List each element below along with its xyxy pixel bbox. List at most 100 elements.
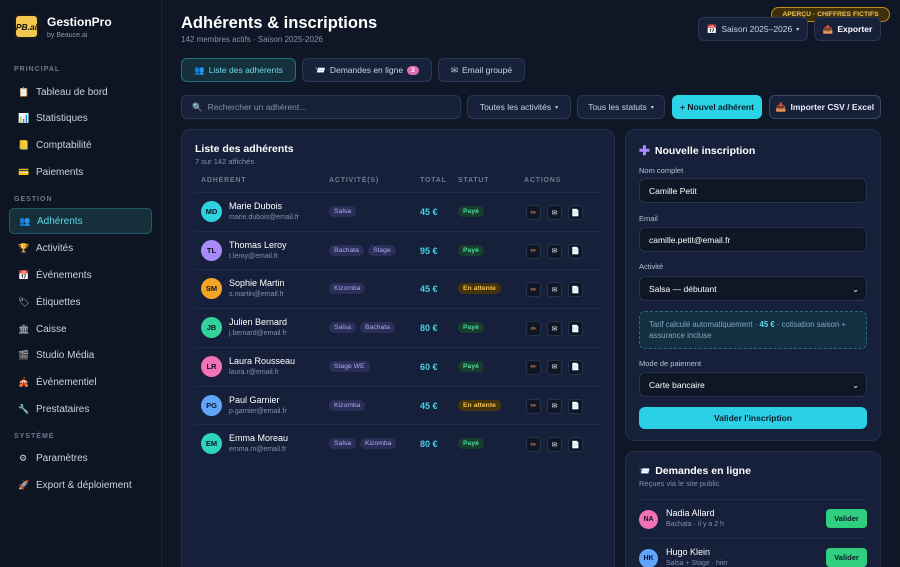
document-button[interactable]: 📄 (568, 282, 583, 298)
request-meta: Salsa + Stage · hier (666, 560, 728, 567)
mail-icon: ✉ (551, 248, 558, 256)
document-button[interactable]: 📄 (568, 205, 583, 220)
document-icon: 📄 (571, 364, 580, 372)
sidebar-item-parametres[interactable]: ⚙ Paramètres (9, 445, 152, 471)
chevron-down-icon: ▾ (796, 26, 800, 33)
email-value: camille.petit@email.fr (649, 234, 731, 245)
member-name[interactable]: Emma Moreau (229, 433, 288, 443)
email-button[interactable]: ✉ (547, 282, 562, 298)
avatar: HK (639, 549, 658, 567)
sidebar-item-studio-media[interactable]: 🎬 Studio Média (9, 342, 152, 368)
email-button[interactable]: ✉ (547, 398, 562, 414)
filter-status-select[interactable]: Tous les statuts ▾ (577, 95, 665, 119)
sidebar-item-paiements[interactable]: 💳 Paiements (9, 159, 152, 185)
member-total: 45 € (420, 400, 438, 411)
payment-label: Mode de paiement (639, 359, 702, 368)
edit-button[interactable]: ✏ (526, 437, 541, 453)
sidebar-item-label: Paiements (36, 166, 84, 178)
email-button[interactable]: ✉ (547, 359, 562, 375)
users-icon: 👥 (19, 215, 31, 226)
tab-online-requests[interactable]: 📨 Demandes en ligne 3 (302, 58, 432, 82)
sidebar-item-label: Studio Média (36, 349, 95, 361)
full-name-label: Nom complet (639, 166, 684, 175)
row-actions: ✏ ✉ 📄 (526, 437, 583, 453)
email-button[interactable]: ✉ (547, 243, 562, 259)
sidebar-item-caisse[interactable]: 🏛 Caisse (9, 316, 152, 342)
season-select[interactable]: 📅 Saison 2025–2026 ▾ (698, 17, 808, 41)
email-button[interactable]: ✉ (547, 321, 562, 337)
column-header-total: TOTAL (420, 177, 447, 184)
pencil-icon: ✏ (530, 325, 537, 333)
member-total: 45 € (420, 207, 438, 217)
import-button[interactable]: 📥 Importer CSV / Excel (769, 95, 881, 119)
tab-group-email[interactable]: ✉ Email groupé (438, 58, 525, 82)
sidebar-item-comptabilite[interactable]: 📒 Comptabilité (9, 132, 152, 158)
edit-button[interactable]: ✏ (526, 243, 541, 259)
sidebar-item-adherents[interactable]: 👥 Adhérents (9, 208, 152, 234)
document-button[interactable]: 📄 (568, 437, 583, 453)
edit-button[interactable]: ✏ (526, 359, 541, 375)
member-name[interactable]: Thomas Leroy (229, 240, 287, 250)
export-button[interactable]: 📤 Exporter (814, 17, 881, 41)
status-badge: Payé (458, 206, 484, 217)
export-icon: 📤 (822, 23, 834, 34)
document-button[interactable]: 📄 (568, 243, 583, 259)
request-meta: Bachata · il y a 2 h (666, 521, 724, 528)
status-badge: En attente (458, 399, 501, 411)
brand[interactable]: PB.ai GestionPro by Beauce.ai (14, 14, 112, 39)
brand-logo: PB.ai (14, 14, 39, 39)
activity-select[interactable]: Salsa — débutant ⌄ (639, 276, 867, 301)
document-icon: 📄 (571, 441, 580, 449)
tab-label: Demandes en ligne (329, 65, 404, 75)
payment-select[interactable]: Carte bancaire ⌄ (639, 372, 867, 397)
edit-button[interactable]: ✏ (526, 398, 541, 414)
online-requests-title: Demandes en ligne (655, 465, 751, 477)
pencil-icon: ✏ (530, 209, 537, 217)
page-title: Adhérents & inscriptions (181, 14, 378, 32)
edit-button[interactable]: ✏ (526, 205, 541, 220)
sidebar-item-activites[interactable]: 🏆 Activités (9, 235, 152, 261)
sidebar-section-label: PRINCIPAL (14, 66, 61, 73)
circus-tent-icon: 🎪 (18, 376, 30, 387)
member-name[interactable]: Julien Bernard (229, 317, 287, 327)
document-button[interactable]: 📄 (568, 398, 583, 414)
sidebar-item-evenements[interactable]: 📅 Événements (9, 262, 152, 288)
edit-button[interactable]: ✏ (526, 321, 541, 337)
tab-members-list[interactable]: 👥 Liste des adhérents (181, 58, 296, 82)
sidebar-item-label: Événements (36, 269, 92, 281)
sidebar-item-tableau-de-bord[interactable]: 📋 Tableau de bord (9, 79, 152, 105)
request-name: Hugo Klein (666, 547, 711, 557)
inbox-icon: 📨 (315, 64, 326, 75)
validate-request-button[interactable]: Valider (826, 509, 867, 528)
email-button[interactable]: ✉ (547, 205, 562, 220)
filter-activities-select[interactable]: Toutes les activités ▾ (467, 95, 571, 119)
sidebar-item-export-deploiement[interactable]: 🚀 Export & déploiement (9, 472, 152, 498)
member-total: 80 € (420, 439, 438, 450)
edit-button[interactable]: ✏ (526, 282, 541, 298)
member-name[interactable]: Marie Dubois (229, 201, 282, 211)
sidebar-item-statistiques[interactable]: 📊 Statistiques (9, 105, 152, 131)
tag-icon: 🏷 (18, 296, 30, 307)
brand-sub: by Beauce.ai (47, 31, 88, 39)
sidebar-item-etiquettes[interactable]: 🏷 Étiquettes (9, 289, 152, 315)
sidebar-item-prestataires[interactable]: 🔧 Prestataires (9, 396, 152, 422)
export-button-label: Exporter (837, 24, 873, 34)
document-button[interactable]: 📄 (568, 321, 583, 337)
chevron-down-icon: ▾ (555, 104, 559, 111)
email-field[interactable]: camille.petit@email.fr (639, 227, 867, 252)
sidebar-item-evenementiel[interactable]: 🎪 Événementiel (9, 369, 152, 395)
sidebar-section-label: SYSTÈME (14, 433, 55, 440)
email-button[interactable]: ✉ (547, 437, 562, 453)
member-name[interactable]: Paul Garnier (229, 395, 280, 405)
member-name[interactable]: Sophie Martin (229, 278, 285, 288)
mail-icon: ✉ (551, 286, 558, 294)
column-header-activities: ACTIVITÉ(S) (329, 177, 380, 184)
search-input[interactable]: 🔍 Rechercher un adhérent... (181, 95, 461, 119)
full-name-field[interactable]: Camille Petit (639, 178, 867, 203)
validate-request-button[interactable]: Valider (826, 548, 867, 567)
submit-registration-button[interactable]: Valider l'inscription (639, 407, 867, 429)
document-button[interactable]: 📄 (568, 359, 583, 375)
member-name[interactable]: Laura Rousseau (229, 356, 295, 366)
sidebar-item-label: Tableau de bord (36, 86, 108, 98)
new-member-button[interactable]: + Nouvel adhérent (672, 95, 762, 119)
